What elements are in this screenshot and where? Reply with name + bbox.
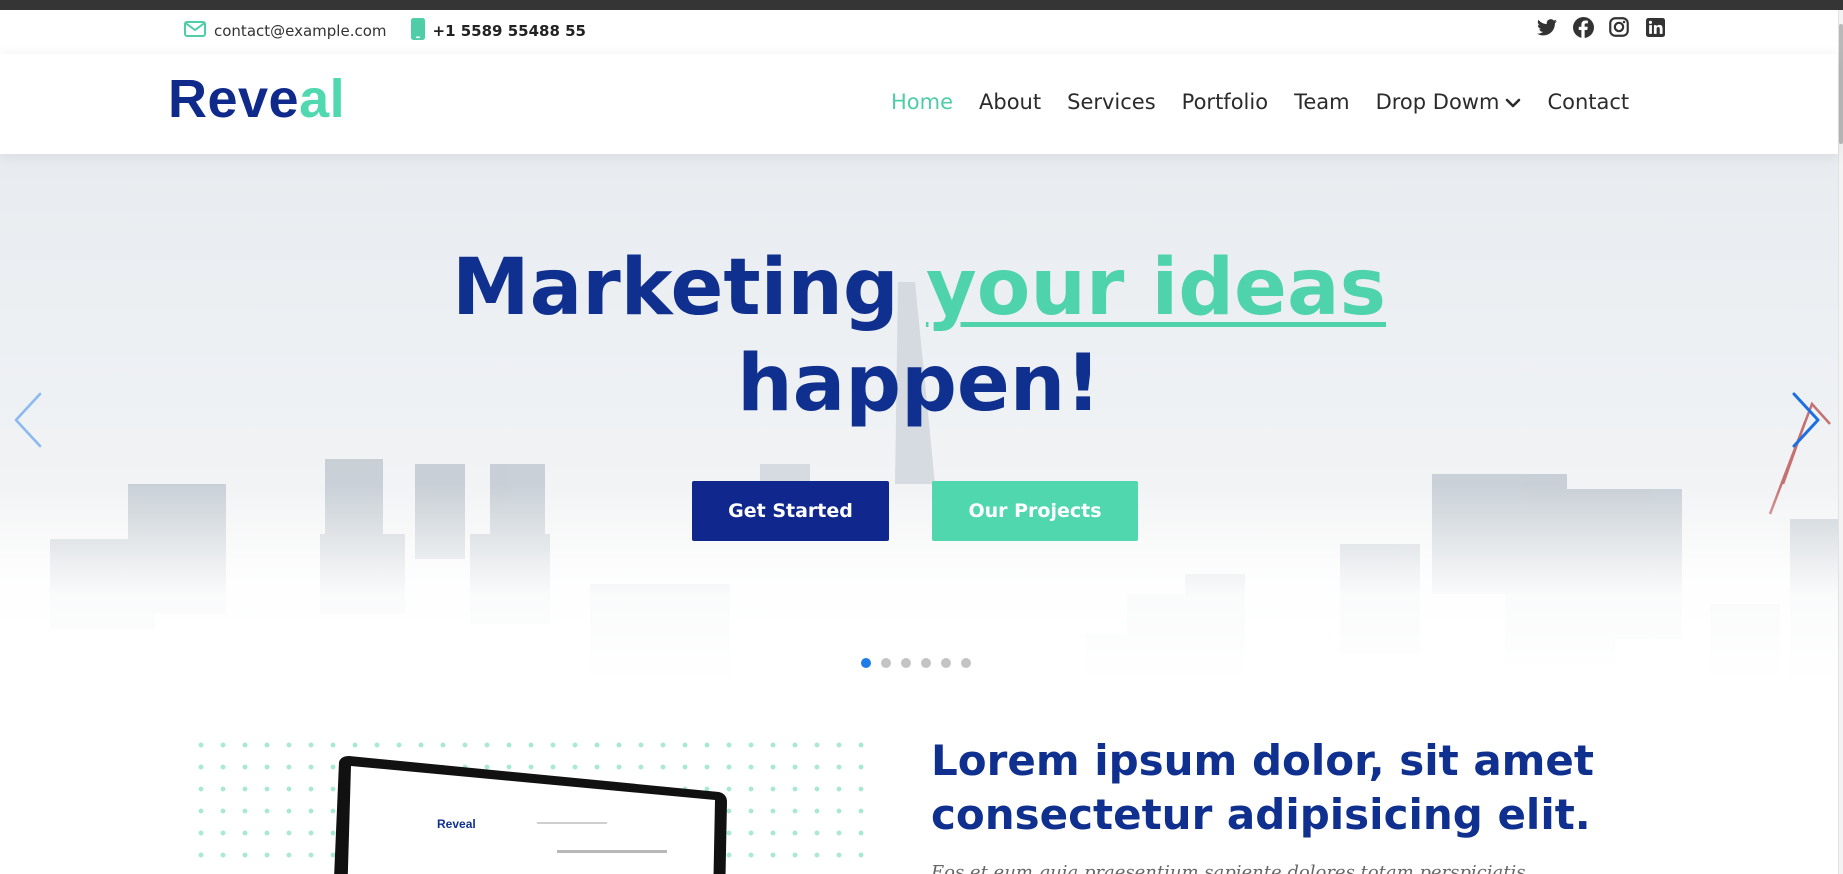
- hero-title-part2: happen!: [737, 339, 1101, 429]
- navbar: Reveal Home About Services Portfolio Tea…: [0, 54, 1838, 154]
- envelope-icon: [184, 21, 206, 41]
- browser-chrome-bar: [0, 0, 1843, 10]
- nav-item-label: About: [979, 90, 1042, 114]
- carousel-indicator-5[interactable]: [941, 658, 951, 668]
- page: contact@example.com +1 5589 55488 55 Rev…: [0, 0, 1843, 874]
- main-nav: Home About Services Portfolio Team Drop …: [890, 84, 1630, 120]
- carousel-indicator-3[interactable]: [901, 658, 911, 668]
- nav-item-team[interactable]: Team: [1293, 84, 1351, 120]
- contact-email[interactable]: contact@example.com: [184, 21, 387, 41]
- nav-item-about[interactable]: About: [978, 84, 1042, 120]
- phone-icon: [410, 18, 425, 44]
- carousel-prev-button[interactable]: [8, 390, 48, 450]
- scrollbar[interactable]: [1838, 10, 1843, 874]
- laptop-mockup-image: Reveal: [334, 756, 727, 874]
- social-links: [1536, 16, 1666, 38]
- contact-phone[interactable]: +1 5589 55488 55: [410, 18, 586, 44]
- phone-number[interactable]: +1 5589 55488 55: [433, 22, 586, 40]
- carousel-indicator-2[interactable]: [881, 658, 891, 668]
- carousel-indicator-4[interactable]: [921, 658, 931, 668]
- chevron-down-icon: [1505, 90, 1521, 114]
- logo-accent: al: [299, 69, 346, 129]
- nav-item-label: Services: [1067, 90, 1156, 114]
- twitter-icon[interactable]: [1536, 16, 1558, 38]
- our-projects-button[interactable]: Our Projects: [932, 481, 1138, 541]
- instagram-icon[interactable]: [1608, 16, 1630, 38]
- nav-item-contact[interactable]: Contact: [1546, 84, 1630, 120]
- scrollbar-thumb[interactable]: [1839, 24, 1843, 144]
- hero-title: Marketing your ideas happen!: [0, 240, 1838, 432]
- get-started-button[interactable]: Get Started: [692, 481, 889, 541]
- topbar-contact: contact@example.com +1 5589 55488 55: [184, 18, 586, 44]
- nav-item-label: Team: [1294, 90, 1350, 114]
- carousel-indicator-6[interactable]: [961, 658, 971, 668]
- logo-main: Reve: [168, 69, 300, 129]
- carousel-next-button[interactable]: [1786, 390, 1826, 450]
- about-subtext: Eos et eum quia praesentium sapiente dol…: [931, 862, 1526, 874]
- nav-item-label: Portfolio: [1181, 90, 1269, 114]
- chevron-left-icon: [8, 392, 48, 454]
- nav-item-portfolio[interactable]: Portfolio: [1181, 84, 1269, 120]
- linkedin-icon[interactable]: [1644, 16, 1666, 38]
- hero-title-highlight: your ideas: [925, 243, 1387, 333]
- logo[interactable]: Reveal: [168, 68, 345, 130]
- about-heading: Lorem ipsum dolor, sit amet consectetur …: [931, 736, 1594, 839]
- nav-item-label: Drop Dowm: [1375, 90, 1500, 114]
- nav-item-services[interactable]: Services: [1066, 84, 1157, 120]
- carousel-indicators: [861, 658, 971, 668]
- nav-item-home[interactable]: Home: [890, 84, 954, 120]
- nav-item-dropdown[interactable]: Drop Dowm: [1375, 84, 1523, 120]
- carousel-indicator-1[interactable]: [861, 658, 871, 668]
- hero-title-part1: Marketing: [451, 243, 899, 333]
- nav-item-label: Home: [891, 90, 954, 114]
- about-section: Reveal Lorem ipsum dolor, sit amet conse…: [0, 684, 1838, 874]
- hero-carousel: Marketing your ideas happen! Get Started…: [0, 154, 1838, 684]
- topbar: contact@example.com +1 5589 55488 55: [0, 10, 1838, 54]
- hero-buttons: Get Started Our Projects: [692, 481, 1138, 541]
- laptop-logo: Reveal: [437, 817, 476, 831]
- chevron-right-icon: [1786, 392, 1826, 454]
- email-link[interactable]: contact@example.com: [214, 22, 387, 40]
- nav-item-label: Contact: [1547, 90, 1630, 114]
- facebook-icon[interactable]: [1572, 16, 1594, 38]
